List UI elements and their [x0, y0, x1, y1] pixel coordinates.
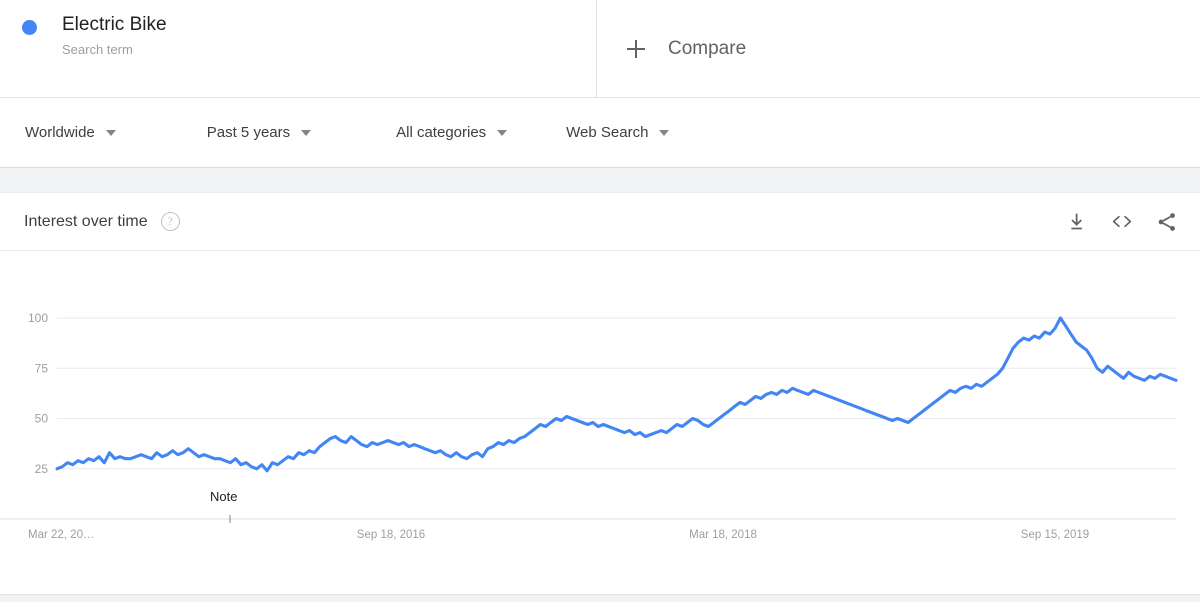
- series-color-dot: [22, 20, 37, 35]
- chevron-down-icon: [497, 129, 508, 136]
- y-axis-tick: 50: [35, 412, 49, 426]
- x-axis-tick: Sep 18, 2016: [357, 529, 425, 541]
- x-axis-tick: Mar 22, 20…: [28, 529, 94, 541]
- filter-location-label: Worldwide: [25, 124, 95, 141]
- chart-plot-area: 25 50 75 100 Mar 22, 20… Sep 18, 2016 Mar 18, …: [0, 251, 1200, 595]
- search-term-text: Electric Bike Search term: [62, 12, 167, 60]
- card-header: Interest over time ?: [0, 193, 1200, 251]
- search-term-card[interactable]: Electric Bike Search term: [0, 0, 597, 97]
- filter-search-type[interactable]: Web Search: [566, 113, 670, 153]
- filter-search-type-label: Web Search: [566, 124, 649, 141]
- filter-time-range-label: Past 5 years: [206, 124, 291, 141]
- chart-note-annotation: Note: [210, 489, 238, 504]
- interest-over-time-card: Interest over time ? 25 50 75 100 Mar 22…: [0, 192, 1200, 595]
- chevron-down-icon: [105, 129, 116, 136]
- search-term-type: Search term: [62, 42, 133, 57]
- card-actions: [1067, 211, 1178, 233]
- filter-bar: Worldwide Past 5 years All categories We…: [0, 98, 1200, 168]
- google-trends-page: Electric Bike Search term Compare Worldw…: [0, 0, 1200, 602]
- filter-category[interactable]: All categories: [396, 113, 508, 153]
- download-icon[interactable]: [1067, 211, 1088, 232]
- compare-label: Compare: [668, 37, 747, 59]
- filter-location[interactable]: Worldwide: [25, 113, 116, 153]
- search-term-title: Electric Bike: [62, 14, 167, 35]
- chevron-down-icon: [301, 129, 312, 136]
- x-axis-tick: Sep 15, 2019: [1021, 529, 1089, 541]
- chart-line-series: [55, 316, 1178, 473]
- x-axis-tick: Mar 18, 2018: [689, 529, 757, 541]
- filter-time-range[interactable]: Past 5 years: [206, 113, 312, 153]
- share-icon[interactable]: [1156, 211, 1178, 233]
- y-axis-tick: 100: [28, 311, 48, 325]
- interest-line-chart[interactable]: 25 50 75 100 Mar 22, 20… Sep 18, 2016 Mar 18, …: [0, 251, 1200, 595]
- embed-code-icon[interactable]: [1110, 211, 1134, 232]
- help-icon[interactable]: ?: [160, 212, 180, 231]
- chevron-down-icon: [659, 129, 670, 136]
- page-title: Interest over time: [24, 212, 148, 230]
- section-gap: [0, 168, 1200, 192]
- compare-button[interactable]: Compare: [597, 0, 1200, 97]
- query-bar: Electric Bike Search term Compare: [0, 0, 1200, 98]
- y-axis-tick: 75: [35, 361, 49, 375]
- filter-category-label: All categories: [396, 124, 487, 141]
- plus-icon: [627, 39, 645, 58]
- y-axis-tick: 25: [35, 462, 49, 476]
